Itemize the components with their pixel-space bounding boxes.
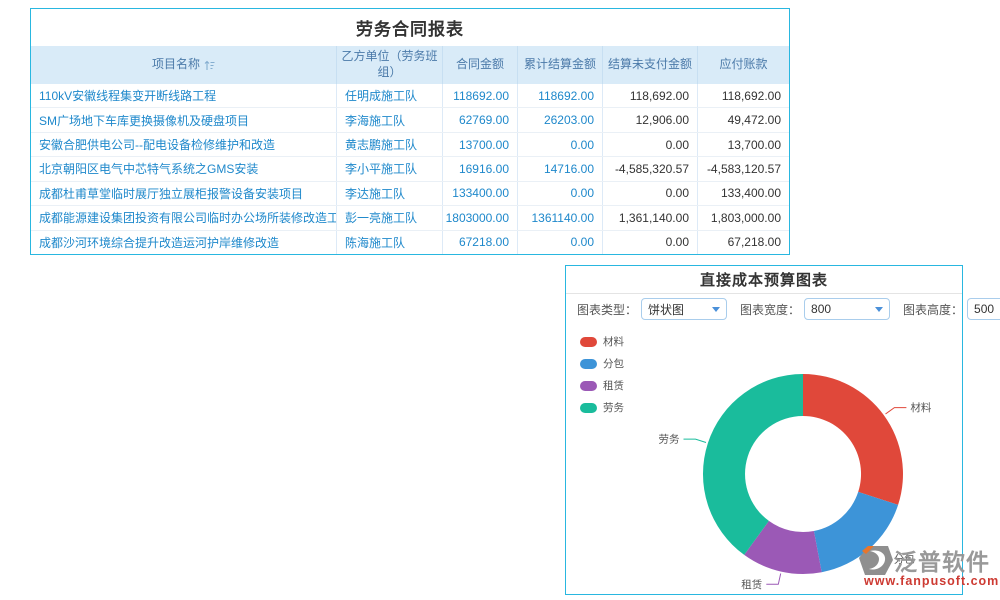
column-header: 合同金额 — [443, 46, 518, 84]
table-row: 成都沙河环境综合提升改造运河护岸维修改造陈海施工队67218.000.000.0… — [31, 231, 789, 254]
control-group: 图表高度： 500 — [903, 298, 1000, 320]
amount-cell: 0.00 — [518, 231, 603, 254]
column-header: 结算未支付金额 — [603, 46, 698, 84]
contractor-cell[interactable]: 黄志鹏施工队 — [337, 133, 443, 156]
control-label: 图表高度： — [903, 301, 963, 318]
project-name-cell[interactable]: 成都杜甫草堂临时展厅独立展柜报警设备安装项目 — [31, 182, 337, 205]
column-header-label: 乙方单位（劳务班组） — [341, 49, 438, 80]
label-connector-line — [684, 439, 707, 442]
amount-cell: 13,700.00 — [698, 133, 789, 156]
amount-cell: 1,361,140.00 — [603, 206, 698, 229]
pie-slice-label: 租赁 — [741, 578, 762, 591]
amount-cell: 0.00 — [518, 133, 603, 156]
table-row: 成都能源建设集团投资有限公司临时办公场所装修改造工程EPC彭一亮施工队18030… — [31, 206, 789, 230]
control-group: 图表宽度： 800 — [740, 298, 890, 320]
vendor-watermark: 泛普软件 www.fanpusoft.com — [858, 543, 999, 588]
contractor-cell[interactable]: 李海施工队 — [337, 108, 443, 131]
chart-height-select[interactable]: 500 — [967, 298, 1000, 320]
amount-cell: 13700.00 — [443, 133, 518, 156]
amount-cell: 16916.00 — [443, 157, 518, 180]
amount-cell: 67,218.00 — [698, 231, 789, 254]
amount-cell: 133400.00 — [443, 182, 518, 205]
column-header-label: 累计结算金额 — [524, 57, 596, 73]
project-name-cell[interactable]: 安徽合肥供电公司--配电设备检修维护和改造 — [31, 133, 337, 156]
fanpu-logo-icon — [858, 544, 894, 577]
label-connector-line — [766, 574, 780, 585]
project-name-cell[interactable]: 110kV安徽线程集变开断线路工程 — [31, 84, 337, 107]
amount-cell: -4,585,320.57 — [603, 157, 698, 180]
project-name-cell[interactable]: 成都沙河环境综合提升改造运河护岸维修改造 — [31, 231, 337, 254]
table-body: 110kV安徽线程集变开断线路工程任明成施工队118692.00118692.0… — [31, 84, 789, 254]
contractor-cell[interactable]: 陈海施工队 — [337, 231, 443, 254]
amount-cell: 0.00 — [603, 231, 698, 254]
chart-width-select[interactable]: 800 — [804, 298, 890, 320]
contractor-cell[interactable]: 李达施工队 — [337, 182, 443, 205]
amount-cell: 1803000.00 — [443, 206, 518, 229]
control-label: 图表宽度： — [740, 301, 800, 318]
table-header-row: 项目名称 乙方单位（劳务班组） 合同金额 累计结算金额结算未支付金额 应付账款 — [31, 46, 789, 84]
amount-cell: 118,692.00 — [698, 84, 789, 107]
select-value: 800 — [811, 302, 831, 316]
watermark-brand: 泛普软件 — [894, 543, 990, 577]
chevron-down-icon — [875, 307, 883, 312]
amount-cell: 1361140.00 — [518, 206, 603, 229]
amount-cell: 0.00 — [603, 182, 698, 205]
amount-cell: -4,583,120.57 — [698, 157, 789, 180]
amount-cell: 118,692.00 — [603, 84, 698, 107]
column-header-label: 合同金额 — [456, 57, 504, 73]
report-title: 劳务合同报表 — [356, 15, 464, 40]
watermark-url: www.fanpusoft.com — [864, 574, 999, 588]
amount-cell: 1,803,000.00 — [698, 206, 789, 229]
pie-slice[interactable] — [803, 374, 903, 505]
contractor-cell[interactable]: 任明成施工队 — [337, 84, 443, 107]
chevron-down-icon — [712, 307, 720, 312]
column-header: 累计结算金额 — [518, 46, 603, 84]
table-row: 成都杜甫草堂临时展厅独立展柜报警设备安装项目李达施工队133400.000.00… — [31, 182, 789, 206]
pie-slice-label: 材料 — [910, 401, 931, 414]
table-row: 110kV安徽线程集变开断线路工程任明成施工队118692.00118692.0… — [31, 84, 789, 108]
amount-cell: 67218.00 — [443, 231, 518, 254]
column-header: 应付账款 — [698, 46, 789, 84]
chart-title-bar: 直接成本预算图表 — [566, 266, 962, 294]
project-name-cell[interactable]: SM广场地下车库更换摄像机及硬盘项目 — [31, 108, 337, 131]
select-value: 饼状图 — [648, 301, 684, 318]
column-header-label: 应付账款 — [719, 57, 767, 73]
amount-cell: 26203.00 — [518, 108, 603, 131]
project-name-cell[interactable]: 北京朝阳区电气中芯特气系统之GMS安装 — [31, 157, 337, 180]
amount-cell: 118692.00 — [443, 84, 518, 107]
column-header: 乙方单位（劳务班组） — [337, 46, 443, 84]
contractor-cell[interactable]: 李小平施工队 — [337, 157, 443, 180]
pie-slice[interactable] — [703, 374, 803, 555]
chart-title: 直接成本预算图表 — [700, 269, 828, 290]
amount-cell: 133,400.00 — [698, 182, 789, 205]
report-title-bar: 劳务合同报表 — [31, 9, 789, 46]
control-label: 图表类型： — [577, 301, 637, 318]
label-connector-line — [886, 408, 907, 414]
chart-controls: 图表类型：饼状图图表宽度：800图表高度：500 — [566, 294, 962, 324]
labor-contract-report-panel: 劳务合同报表 项目名称 乙方单位（劳务班组） 合同金额 累计结算金额结算未支付金额 应付… — [30, 8, 790, 255]
select-value: 500 — [974, 302, 994, 316]
amount-cell: 49,472.00 — [698, 108, 789, 131]
table-row: SM广场地下车库更换摄像机及硬盘项目李海施工队62769.0026203.001… — [31, 108, 789, 132]
column-header-label: 项目名称 — [152, 57, 200, 73]
pie-slice-label: 劳务 — [659, 433, 680, 446]
chart-type-select[interactable]: 饼状图 — [641, 298, 727, 320]
table-row: 北京朝阳区电气中芯特气系统之GMS安装李小平施工队16916.0014716.0… — [31, 157, 789, 181]
project-name-cell[interactable]: 成都能源建设集团投资有限公司临时办公场所装修改造工程EPC — [31, 206, 337, 229]
sort-icon[interactable] — [204, 60, 215, 71]
amount-cell: 0.00 — [603, 133, 698, 156]
column-header[interactable]: 项目名称 — [31, 46, 337, 84]
control-group: 图表类型： 饼状图 — [577, 298, 727, 320]
amount-cell: 14716.00 — [518, 157, 603, 180]
table-row: 安徽合肥供电公司--配电设备检修维护和改造黄志鹏施工队13700.000.000… — [31, 133, 789, 157]
amount-cell: 62769.00 — [443, 108, 518, 131]
column-header-label: 结算未支付金额 — [608, 57, 692, 73]
amount-cell: 12,906.00 — [603, 108, 698, 131]
amount-cell: 118692.00 — [518, 84, 603, 107]
amount-cell: 0.00 — [518, 182, 603, 205]
contractor-cell[interactable]: 彭一亮施工队 — [337, 206, 443, 229]
